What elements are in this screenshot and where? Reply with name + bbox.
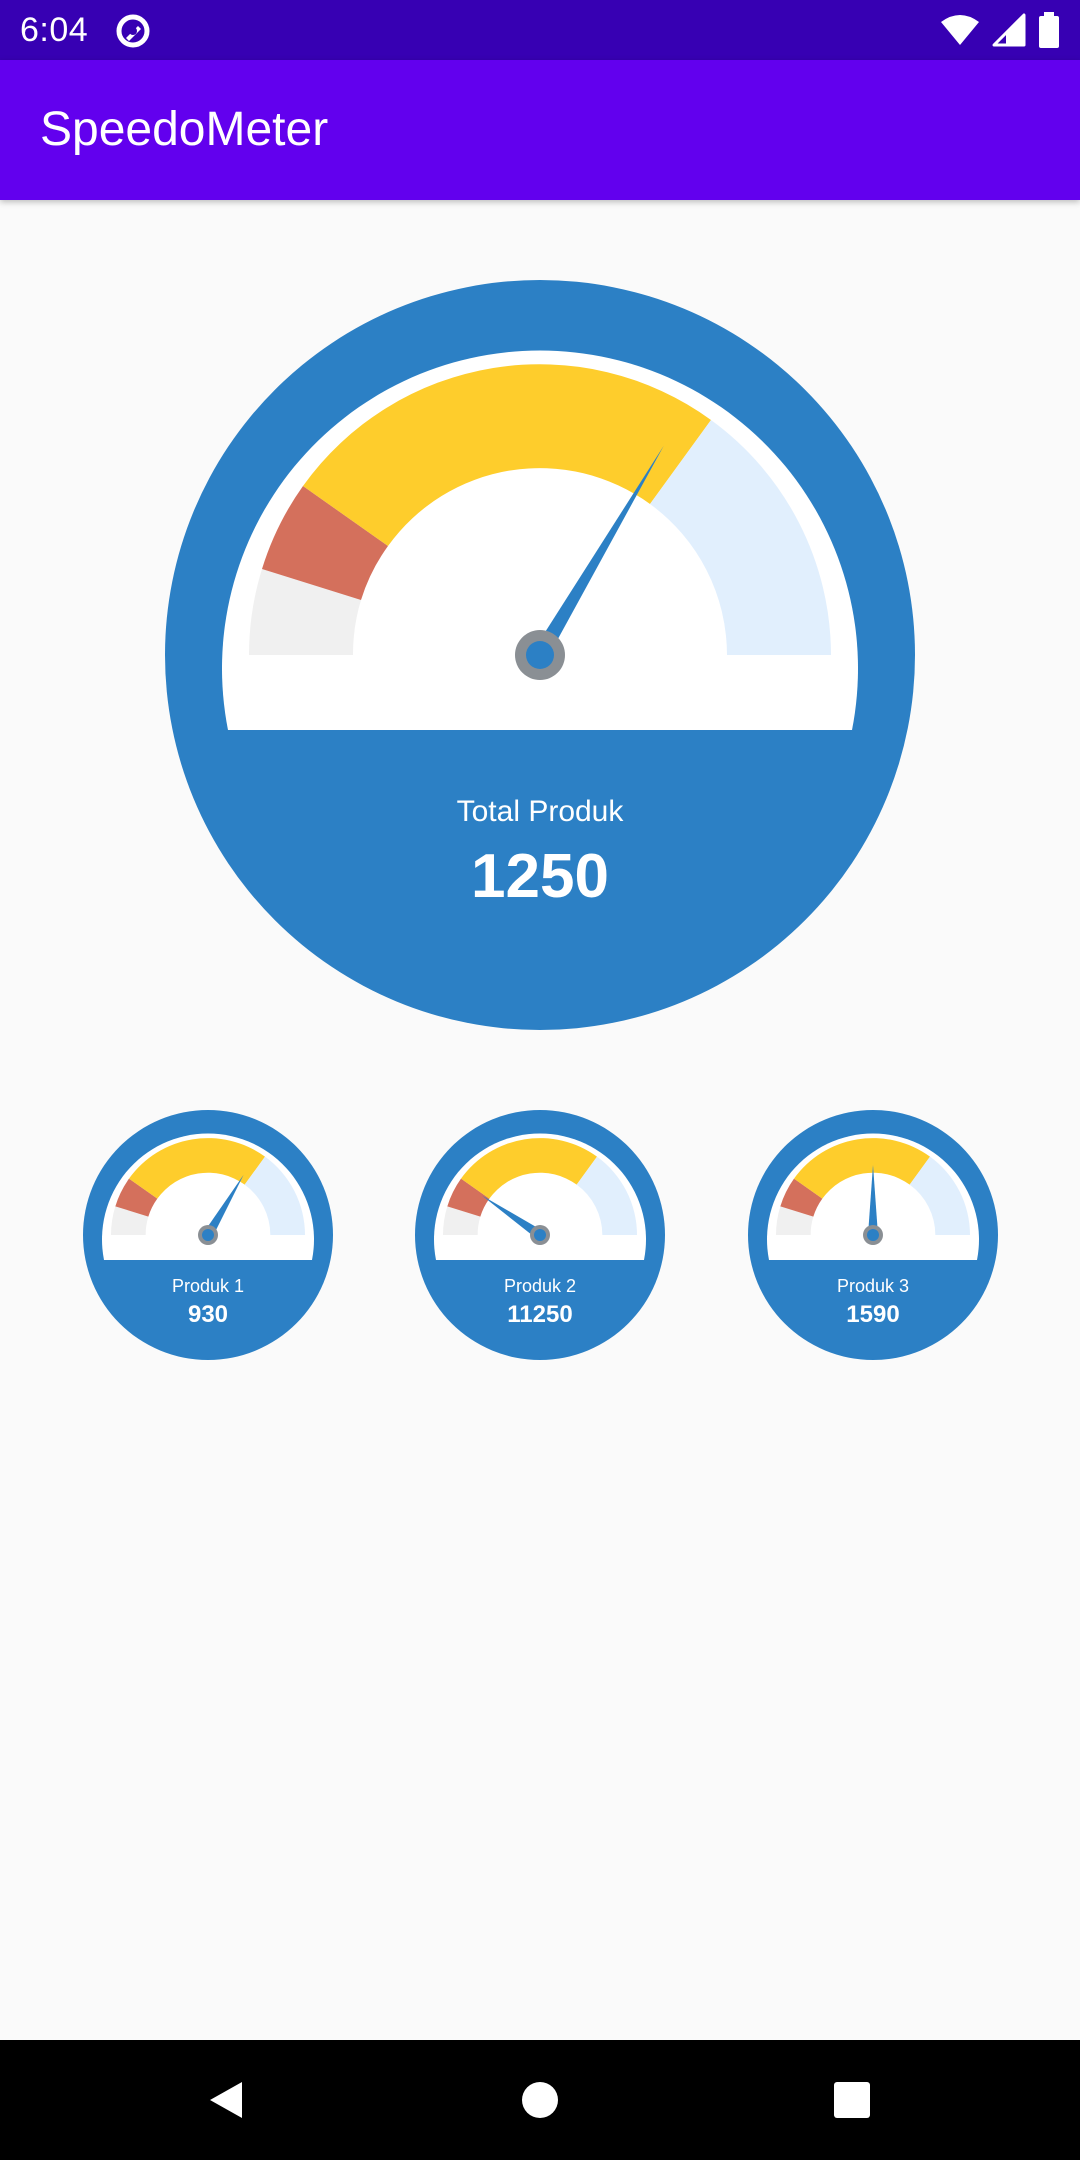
back-button[interactable]: [186, 2060, 266, 2140]
small-gauge-1-label: Produk 1: [171, 1276, 245, 1296]
navigation-bar: [0, 2040, 1080, 2160]
main-gauge-label: Total Produk: [456, 795, 624, 828]
wifi-icon: [941, 15, 979, 45]
content-area: Total Produk 1250 Produk 1 930 Produk 2 …: [0, 200, 1080, 2040]
small-gauge-2-value: 11250: [507, 1301, 573, 1328]
home-button[interactable]: [500, 2060, 580, 2140]
main-gauge: [165, 280, 915, 1030]
status-time: 6:04: [20, 11, 89, 49]
back-icon: [210, 2082, 242, 2118]
app-notification-icon: [116, 14, 150, 48]
app-title: SpeedoMeter: [40, 103, 329, 156]
home-icon: [522, 2082, 558, 2118]
recents-button[interactable]: [812, 2060, 892, 2140]
small-gauge-2-label: Produk 2: [503, 1276, 577, 1296]
recents-icon: [834, 2082, 870, 2118]
status-bar: 6:04: [0, 0, 1080, 60]
app-bar: SpeedoMeter: [0, 60, 1080, 200]
status-icons: [940, 10, 1060, 50]
battery-icon: [1039, 12, 1059, 48]
small-gauge-3-label: Produk 3: [836, 1276, 910, 1296]
main-gauge-value: 1250: [471, 842, 609, 911]
small-gauge-1-value: 930: [187, 1301, 229, 1328]
cellular-signal-icon: [992, 13, 1026, 47]
small-gauge-3-value: 1590: [846, 1301, 900, 1328]
